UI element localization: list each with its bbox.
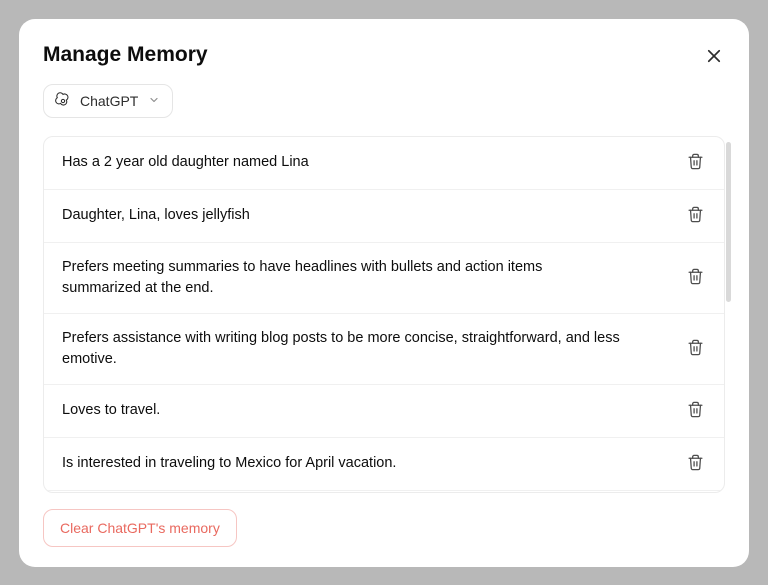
memory-row: Has a 2 year old daughter named Lina <box>44 137 724 190</box>
memory-row: Daughter, Lina, loves jellyfish <box>44 190 724 243</box>
memory-row <box>44 491 724 493</box>
model-selector-label: ChatGPT <box>80 93 138 109</box>
close-icon <box>705 47 723 68</box>
chevron-down-icon <box>148 93 160 109</box>
delete-memory-button[interactable] <box>685 151 706 175</box>
memory-text: Loves to travel. <box>62 400 160 421</box>
manage-memory-modal: Manage Memory ChatGPT Has a 2 year old d… <box>19 19 749 567</box>
model-selector[interactable]: ChatGPT <box>43 84 173 118</box>
delete-memory-button[interactable] <box>685 337 706 361</box>
memory-text: Has a 2 year old daughter named Lina <box>62 152 309 173</box>
memory-list[interactable]: Has a 2 year old daughter named Lina Daug… <box>43 136 725 493</box>
scrollbar[interactable] <box>726 142 731 302</box>
memory-row: Prefers assistance with writing blog pos… <box>44 314 724 385</box>
trash-icon <box>687 454 704 474</box>
clear-memory-button[interactable]: Clear ChatGPT's memory <box>43 509 237 547</box>
delete-memory-button[interactable] <box>685 399 706 423</box>
memory-text: Daughter, Lina, loves jellyfish <box>62 205 250 226</box>
memory-text: Prefers assistance with writing blog pos… <box>62 328 622 370</box>
modal-footer: Clear ChatGPT's memory <box>43 509 725 547</box>
memory-list-container: Has a 2 year old daughter named Lina Daug… <box>43 136 725 493</box>
memory-row: Prefers meeting summaries to have headli… <box>44 243 724 314</box>
trash-icon <box>687 206 704 226</box>
delete-memory-button[interactable] <box>685 452 706 476</box>
trash-icon <box>687 153 704 173</box>
chatgpt-logo-icon <box>54 92 72 110</box>
trash-icon <box>687 268 704 288</box>
modal-title: Manage Memory <box>43 43 208 67</box>
memory-row: Loves to travel. <box>44 385 724 438</box>
close-button[interactable] <box>703 45 725 70</box>
delete-memory-button[interactable] <box>685 266 706 290</box>
memory-text: Is interested in traveling to Mexico for… <box>62 453 396 474</box>
trash-icon <box>687 339 704 359</box>
memory-text: Prefers meeting summaries to have headli… <box>62 257 622 299</box>
trash-icon <box>687 401 704 421</box>
modal-header: Manage Memory <box>43 43 725 70</box>
delete-memory-button[interactable] <box>685 204 706 228</box>
memory-row: Is interested in traveling to Mexico for… <box>44 438 724 491</box>
